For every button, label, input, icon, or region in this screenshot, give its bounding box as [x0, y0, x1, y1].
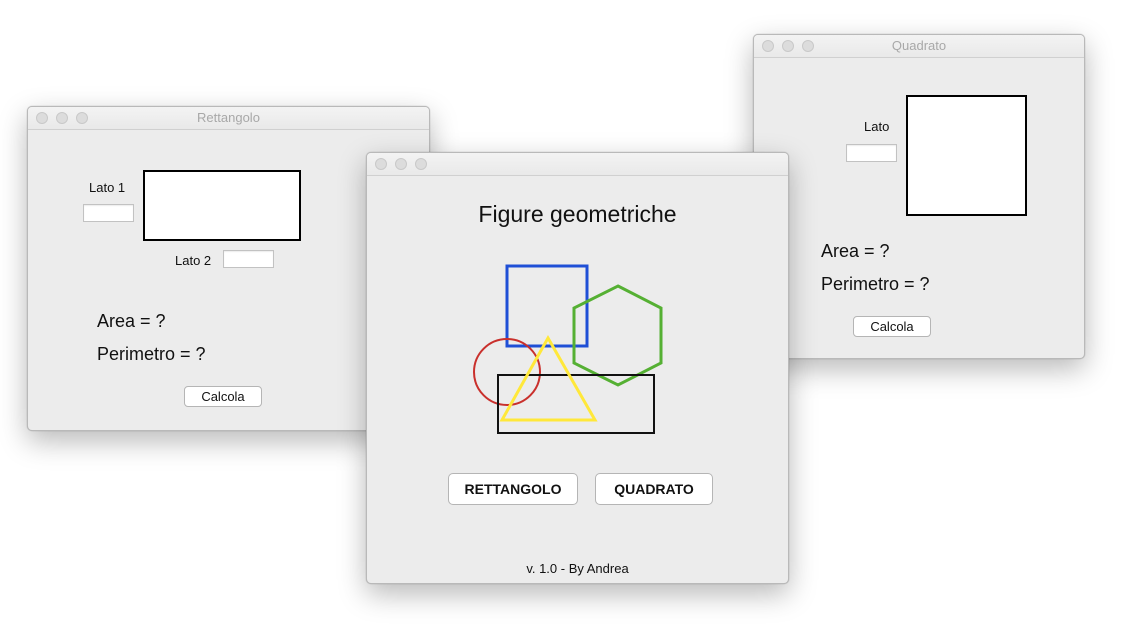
lato1-input[interactable]: [83, 204, 134, 222]
main-window: Figure geometriche RETTANGOLO QUADRATO v…: [366, 152, 789, 584]
perimetro-result: Perimetro = ?: [97, 344, 206, 364]
window-title: Quadrato: [891, 38, 947, 53]
quadrato-window: Quadrato Lato Area = ? Perimetro = ? Cal…: [753, 34, 1085, 359]
lato2-label: Lato 2: [175, 253, 212, 268]
geometric-shapes-logo: [473, 264, 663, 434]
rettangolo-titlebar[interactable]: Rettangolo: [28, 107, 429, 130]
window-title: Rettangolo: [197, 110, 260, 125]
yellow-triangle-icon: [499, 334, 598, 422]
calcola-button[interactable]: Calcola: [184, 386, 262, 407]
calcola-button[interactable]: Calcola: [853, 316, 931, 337]
version-footer: v. 1.0 - By Andrea: [526, 561, 629, 576]
lato1-label: Lato 1: [89, 180, 126, 195]
lato-label: Lato: [864, 119, 890, 134]
lato-input[interactable]: [846, 144, 897, 162]
rectangle-preview: [143, 170, 301, 241]
area-result: Area = ?: [821, 241, 890, 261]
perimetro-result: Perimetro = ?: [821, 274, 930, 294]
rettangolo-button[interactable]: RETTANGOLO: [448, 473, 578, 505]
area-result: Area = ?: [97, 311, 166, 331]
quadrato-button[interactable]: QUADRATO: [595, 473, 713, 505]
square-preview: [906, 95, 1027, 216]
lato2-input[interactable]: [223, 250, 274, 268]
quadrato-titlebar[interactable]: Quadrato: [754, 35, 1084, 58]
